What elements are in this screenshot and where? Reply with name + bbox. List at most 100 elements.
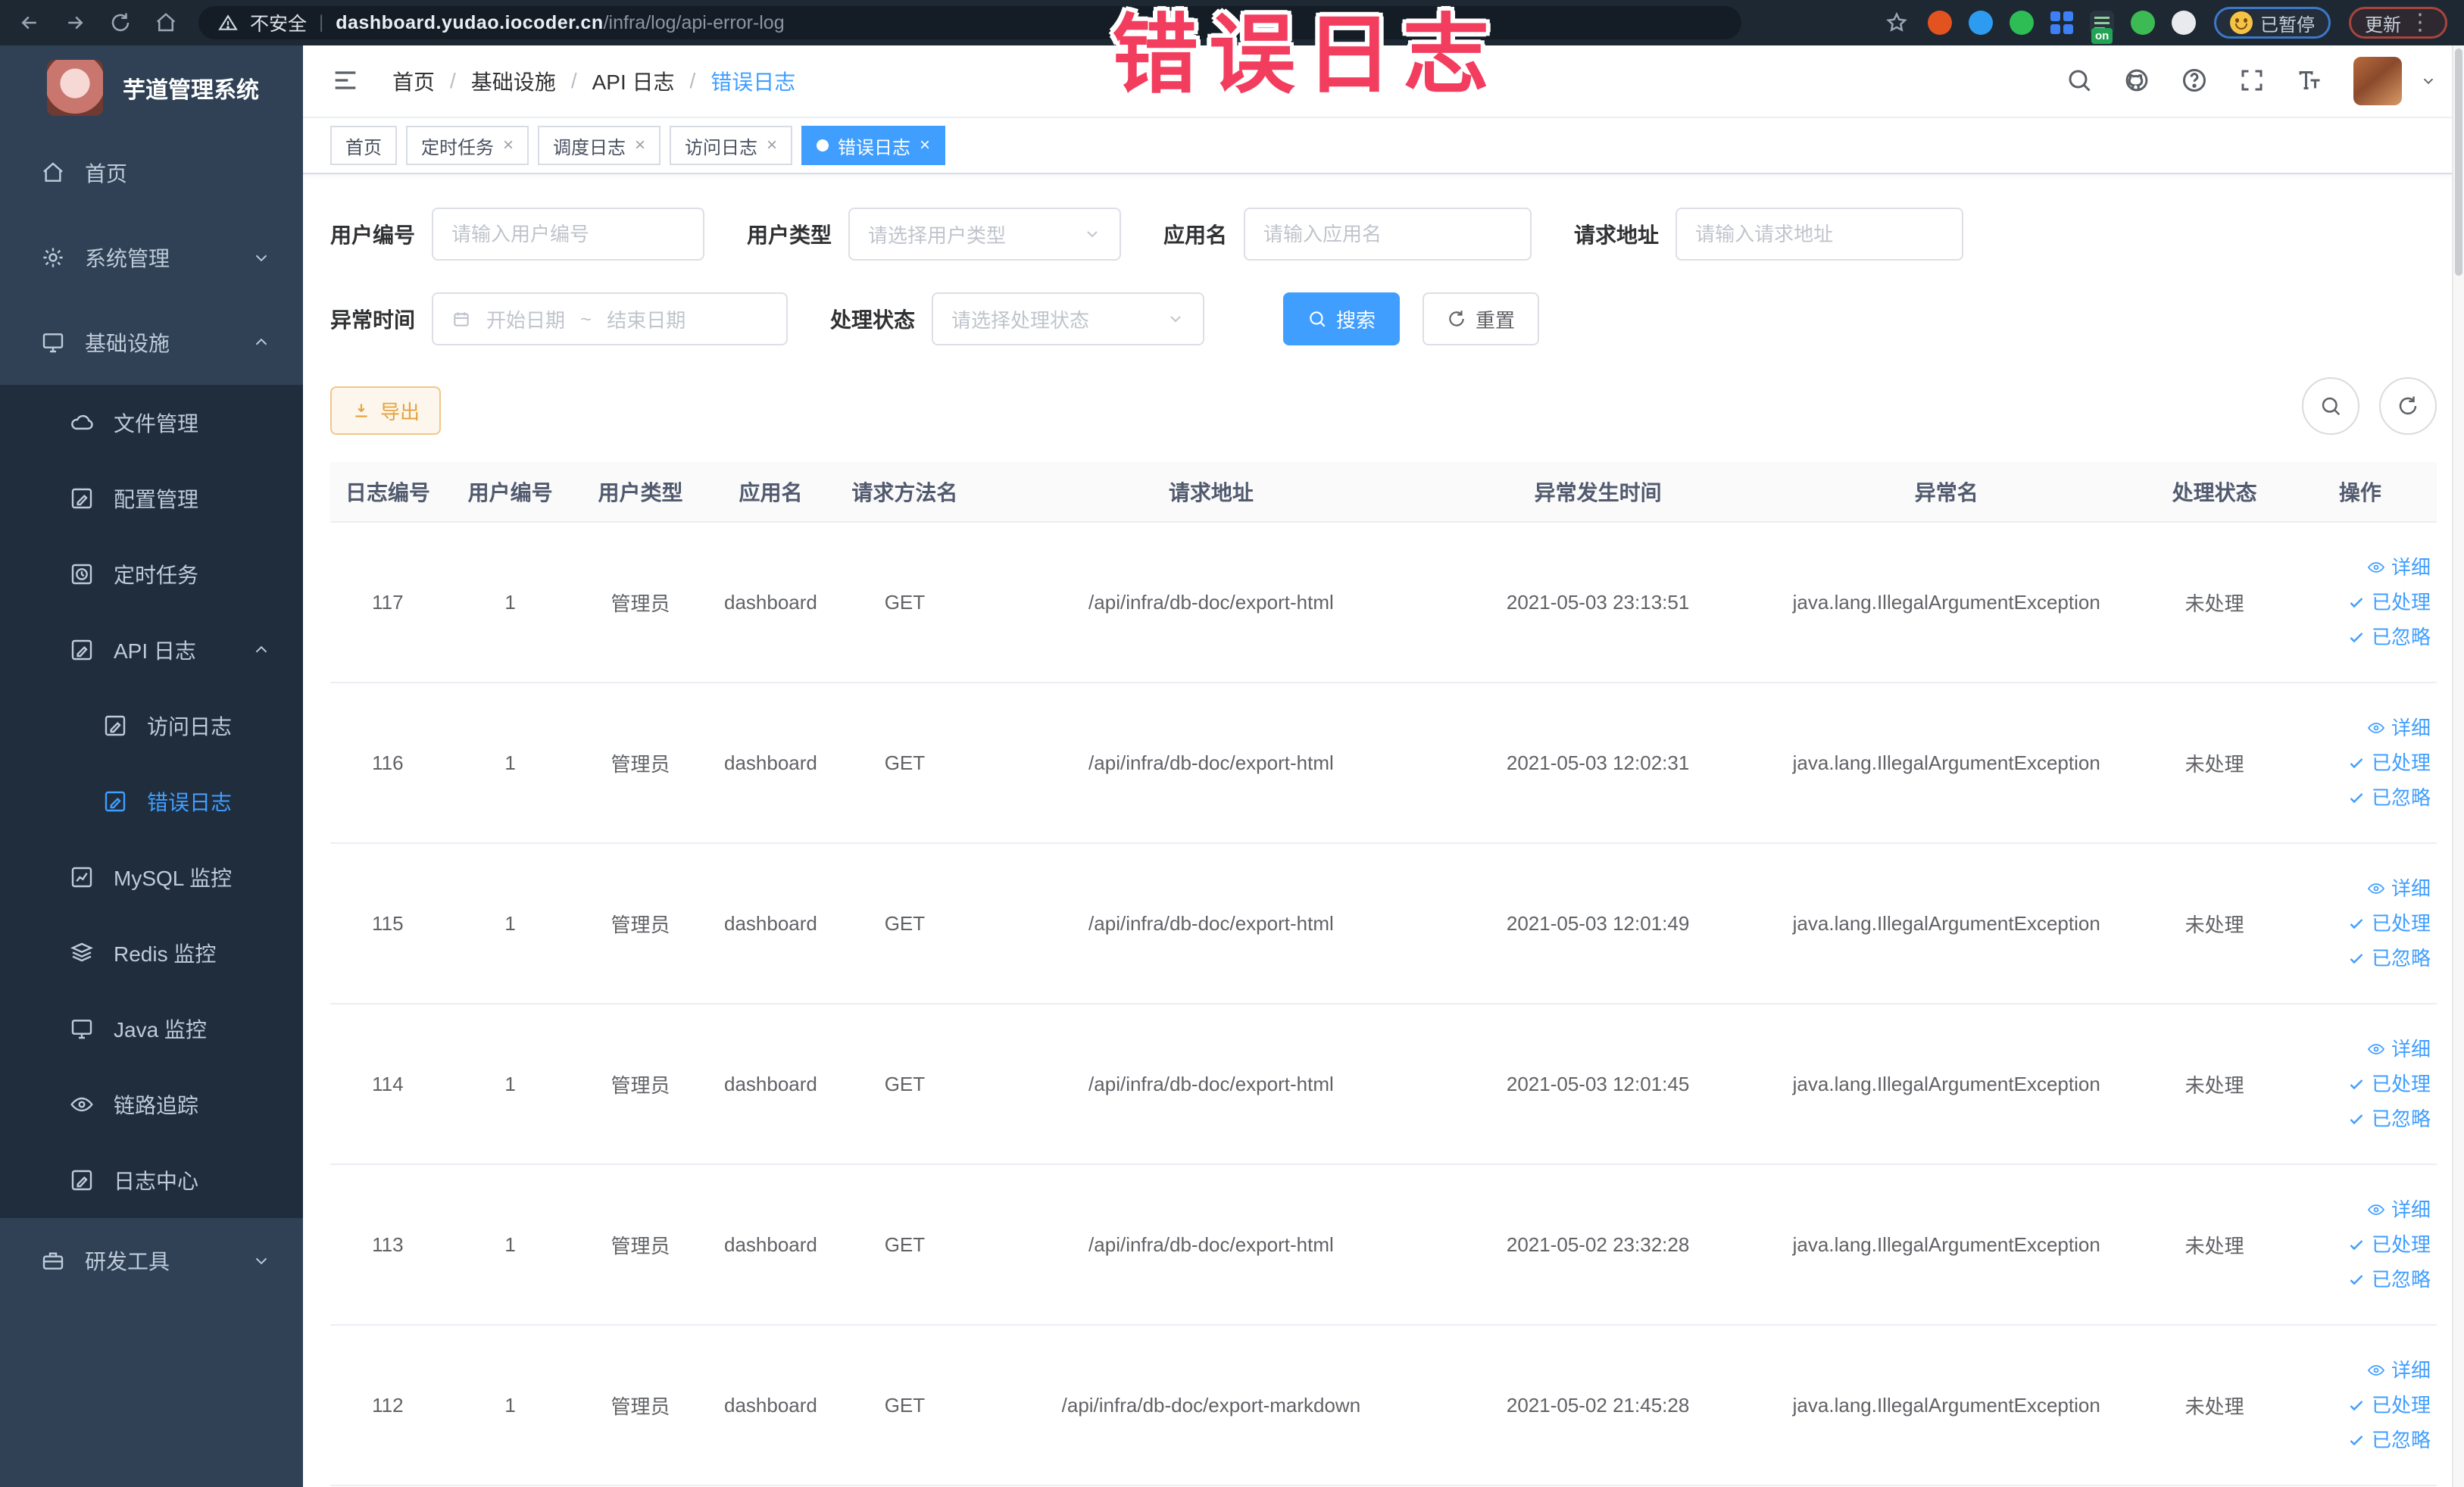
drop-extension-icon[interactable] (1969, 11, 1993, 35)
export-button[interactable]: 导出 (330, 386, 442, 435)
sidebar-item-scheduled-jobs[interactable]: 定时任务 (0, 536, 303, 612)
green-extension-icon[interactable] (2010, 11, 2034, 35)
forward-icon[interactable] (62, 10, 88, 36)
cell-status: 未处理 (2145, 683, 2284, 844)
cell-method: GET (835, 683, 974, 844)
bookmark-star-icon[interactable] (1884, 10, 1910, 36)
action-label: 已处理 (2371, 1073, 2431, 1095)
back-icon[interactable] (17, 10, 42, 36)
search-icon[interactable] (2066, 67, 2094, 95)
page-scrollbar[interactable] (2452, 45, 2464, 1487)
breadcrumb-item[interactable]: 基础设施 (471, 66, 556, 96)
gear-icon (39, 244, 67, 271)
user-type-select[interactable]: 请选择用户类型 (848, 208, 1122, 261)
cell-id: 112 (330, 1325, 445, 1486)
detail-link[interactable]: 详细 (2367, 1039, 2431, 1059)
tab-首页[interactable]: 首页 (330, 126, 397, 165)
sidebar-item-mysql-monitor[interactable]: MySQL 监控 (0, 839, 303, 915)
ignored-link[interactable]: 已忽略 (2347, 1430, 2431, 1450)
chevron-down-icon[interactable] (2420, 73, 2437, 89)
detail-link[interactable]: 详细 (2367, 879, 2431, 898)
cell-app_name: dashboard (705, 522, 836, 683)
address-bar[interactable]: 不安全 | dashboard.yudao.iocoder.cn/infra/l… (198, 6, 1741, 39)
close-icon[interactable]: × (920, 136, 930, 155)
smiley-icon (2230, 11, 2253, 34)
github-icon[interactable] (2123, 67, 2152, 95)
sidebar-item-log-center[interactable]: 日志中心 (0, 1142, 303, 1218)
browser-menu-icon[interactable]: ⋮ (2409, 11, 2431, 34)
ignored-link[interactable]: 已忽略 (2347, 627, 2431, 647)
help-icon[interactable] (2181, 67, 2209, 95)
table-row: 113 1 管理员 dashboard GET/api/infra/db-doc/exp… (330, 1164, 2437, 1326)
sidebar-item-redis-monitor[interactable]: Redis 监控 (0, 915, 303, 991)
ignored-link[interactable]: 已忽略 (2347, 1270, 2431, 1289)
app-title: 芋道管理系统 (123, 78, 259, 103)
sidebar-item-config-management[interactable]: 配置管理 (0, 461, 303, 536)
tab-调度日志[interactable]: 调度日志 × (538, 126, 661, 165)
reset-button[interactable]: 重置 (1422, 292, 1540, 345)
process-status-select[interactable]: 请选择处理状态 (932, 292, 1205, 345)
puzzle-extension-icon[interactable] (2172, 11, 2196, 35)
sidebar-item-label: 链路追踪 (114, 1094, 199, 1117)
date-range-picker[interactable]: 开始日期 ~ 结束日期 (432, 292, 789, 345)
processed-link[interactable]: 已处理 (2347, 1074, 2431, 1094)
sidebar-item-java-monitor[interactable]: Java 监控 (0, 991, 303, 1067)
processed-link[interactable]: 已处理 (2347, 753, 2431, 773)
ignored-link[interactable]: 已忽略 (2347, 788, 2431, 808)
breadcrumb-item[interactable]: 错误日志 (710, 66, 795, 96)
sidebar-item-access-log[interactable]: 访问日志 (0, 688, 303, 764)
detail-link[interactable]: 详细 (2367, 1360, 2431, 1380)
processed-link[interactable]: 已处理 (2347, 592, 2431, 612)
page-scrollbar-thumb[interactable] (2455, 48, 2462, 276)
update-badge[interactable]: 更新 ⋮ (2349, 7, 2447, 39)
sidebar-item-home[interactable]: 首页 (0, 130, 303, 215)
user-id-input[interactable] (432, 208, 705, 261)
app-name-input[interactable] (1244, 208, 1532, 261)
paused-badge[interactable]: 已暂停 (2214, 7, 2331, 39)
cell-user_id: 1 (445, 683, 576, 844)
hide-search-button[interactable] (2302, 377, 2359, 435)
processed-link[interactable]: 已处理 (2347, 1235, 2431, 1254)
cell-user_id: 1 (445, 1325, 576, 1486)
sprout-extension-icon[interactable] (2131, 11, 2155, 35)
reload-icon[interactable] (108, 10, 133, 36)
tab-定时任务[interactable]: 定时任务 × (406, 126, 529, 165)
close-icon[interactable]: × (767, 136, 777, 155)
ignored-link[interactable]: 已忽略 (2347, 1109, 2431, 1129)
grid-extension-icon[interactable] (2050, 11, 2073, 34)
sidebar-item-trace[interactable]: 链路追踪 (0, 1067, 303, 1142)
home-browser-icon[interactable] (153, 10, 179, 36)
close-icon[interactable]: × (635, 136, 645, 155)
dark-lines-extension-icon[interactable]: on (2090, 11, 2114, 44)
detail-link[interactable]: 详细 (2367, 718, 2431, 738)
cell-status: 未处理 (2145, 1004, 2284, 1165)
sidebar-item-infrastructure[interactable]: 基础设施 (0, 300, 303, 385)
ignored-link[interactable]: 已忽略 (2347, 948, 2431, 968)
font-size-icon[interactable] (2296, 67, 2325, 95)
ublock-extension-icon[interactable] (1928, 11, 1952, 35)
doc-edit-icon (101, 788, 129, 815)
tab-访问日志[interactable]: 访问日志 × (670, 126, 793, 165)
search-button[interactable]: 搜索 (1283, 292, 1401, 345)
breadcrumb-item[interactable]: API 日志 (592, 66, 675, 96)
request-url-input[interactable] (1675, 208, 1964, 261)
processed-link[interactable]: 已处理 (2347, 914, 2431, 933)
breadcrumb-item[interactable]: 首页 (392, 66, 435, 96)
sidebar-item-error-log[interactable]: 错误日志 (0, 764, 303, 839)
detail-link[interactable]: 详细 (2367, 1200, 2431, 1220)
fullscreen-icon[interactable] (2238, 67, 2267, 95)
sidebar-item-file-management[interactable]: 文件管理 (0, 385, 303, 461)
cell-user_type: 管理员 (575, 1325, 706, 1486)
sidebar-item-api-log[interactable]: API 日志 (0, 612, 303, 688)
hamburger-icon[interactable] (330, 65, 362, 97)
avatar[interactable] (2353, 57, 2402, 105)
table-row: 116 1 管理员 dashboard GET/api/infra/db-doc/exp… (330, 683, 2437, 844)
close-icon[interactable]: × (503, 136, 514, 155)
detail-link[interactable]: 详细 (2367, 558, 2431, 577)
sidebar-item-system-management[interactable]: 系统管理 (0, 215, 303, 300)
refresh-button[interactable] (2379, 377, 2437, 435)
processed-link[interactable]: 已处理 (2347, 1395, 2431, 1415)
sidebar-item-dev-tools[interactable]: 研发工具 (0, 1218, 303, 1303)
app-logo-row[interactable]: 芋道管理系统 (0, 45, 303, 130)
tab-错误日志[interactable]: 错误日志 × (801, 126, 946, 165)
